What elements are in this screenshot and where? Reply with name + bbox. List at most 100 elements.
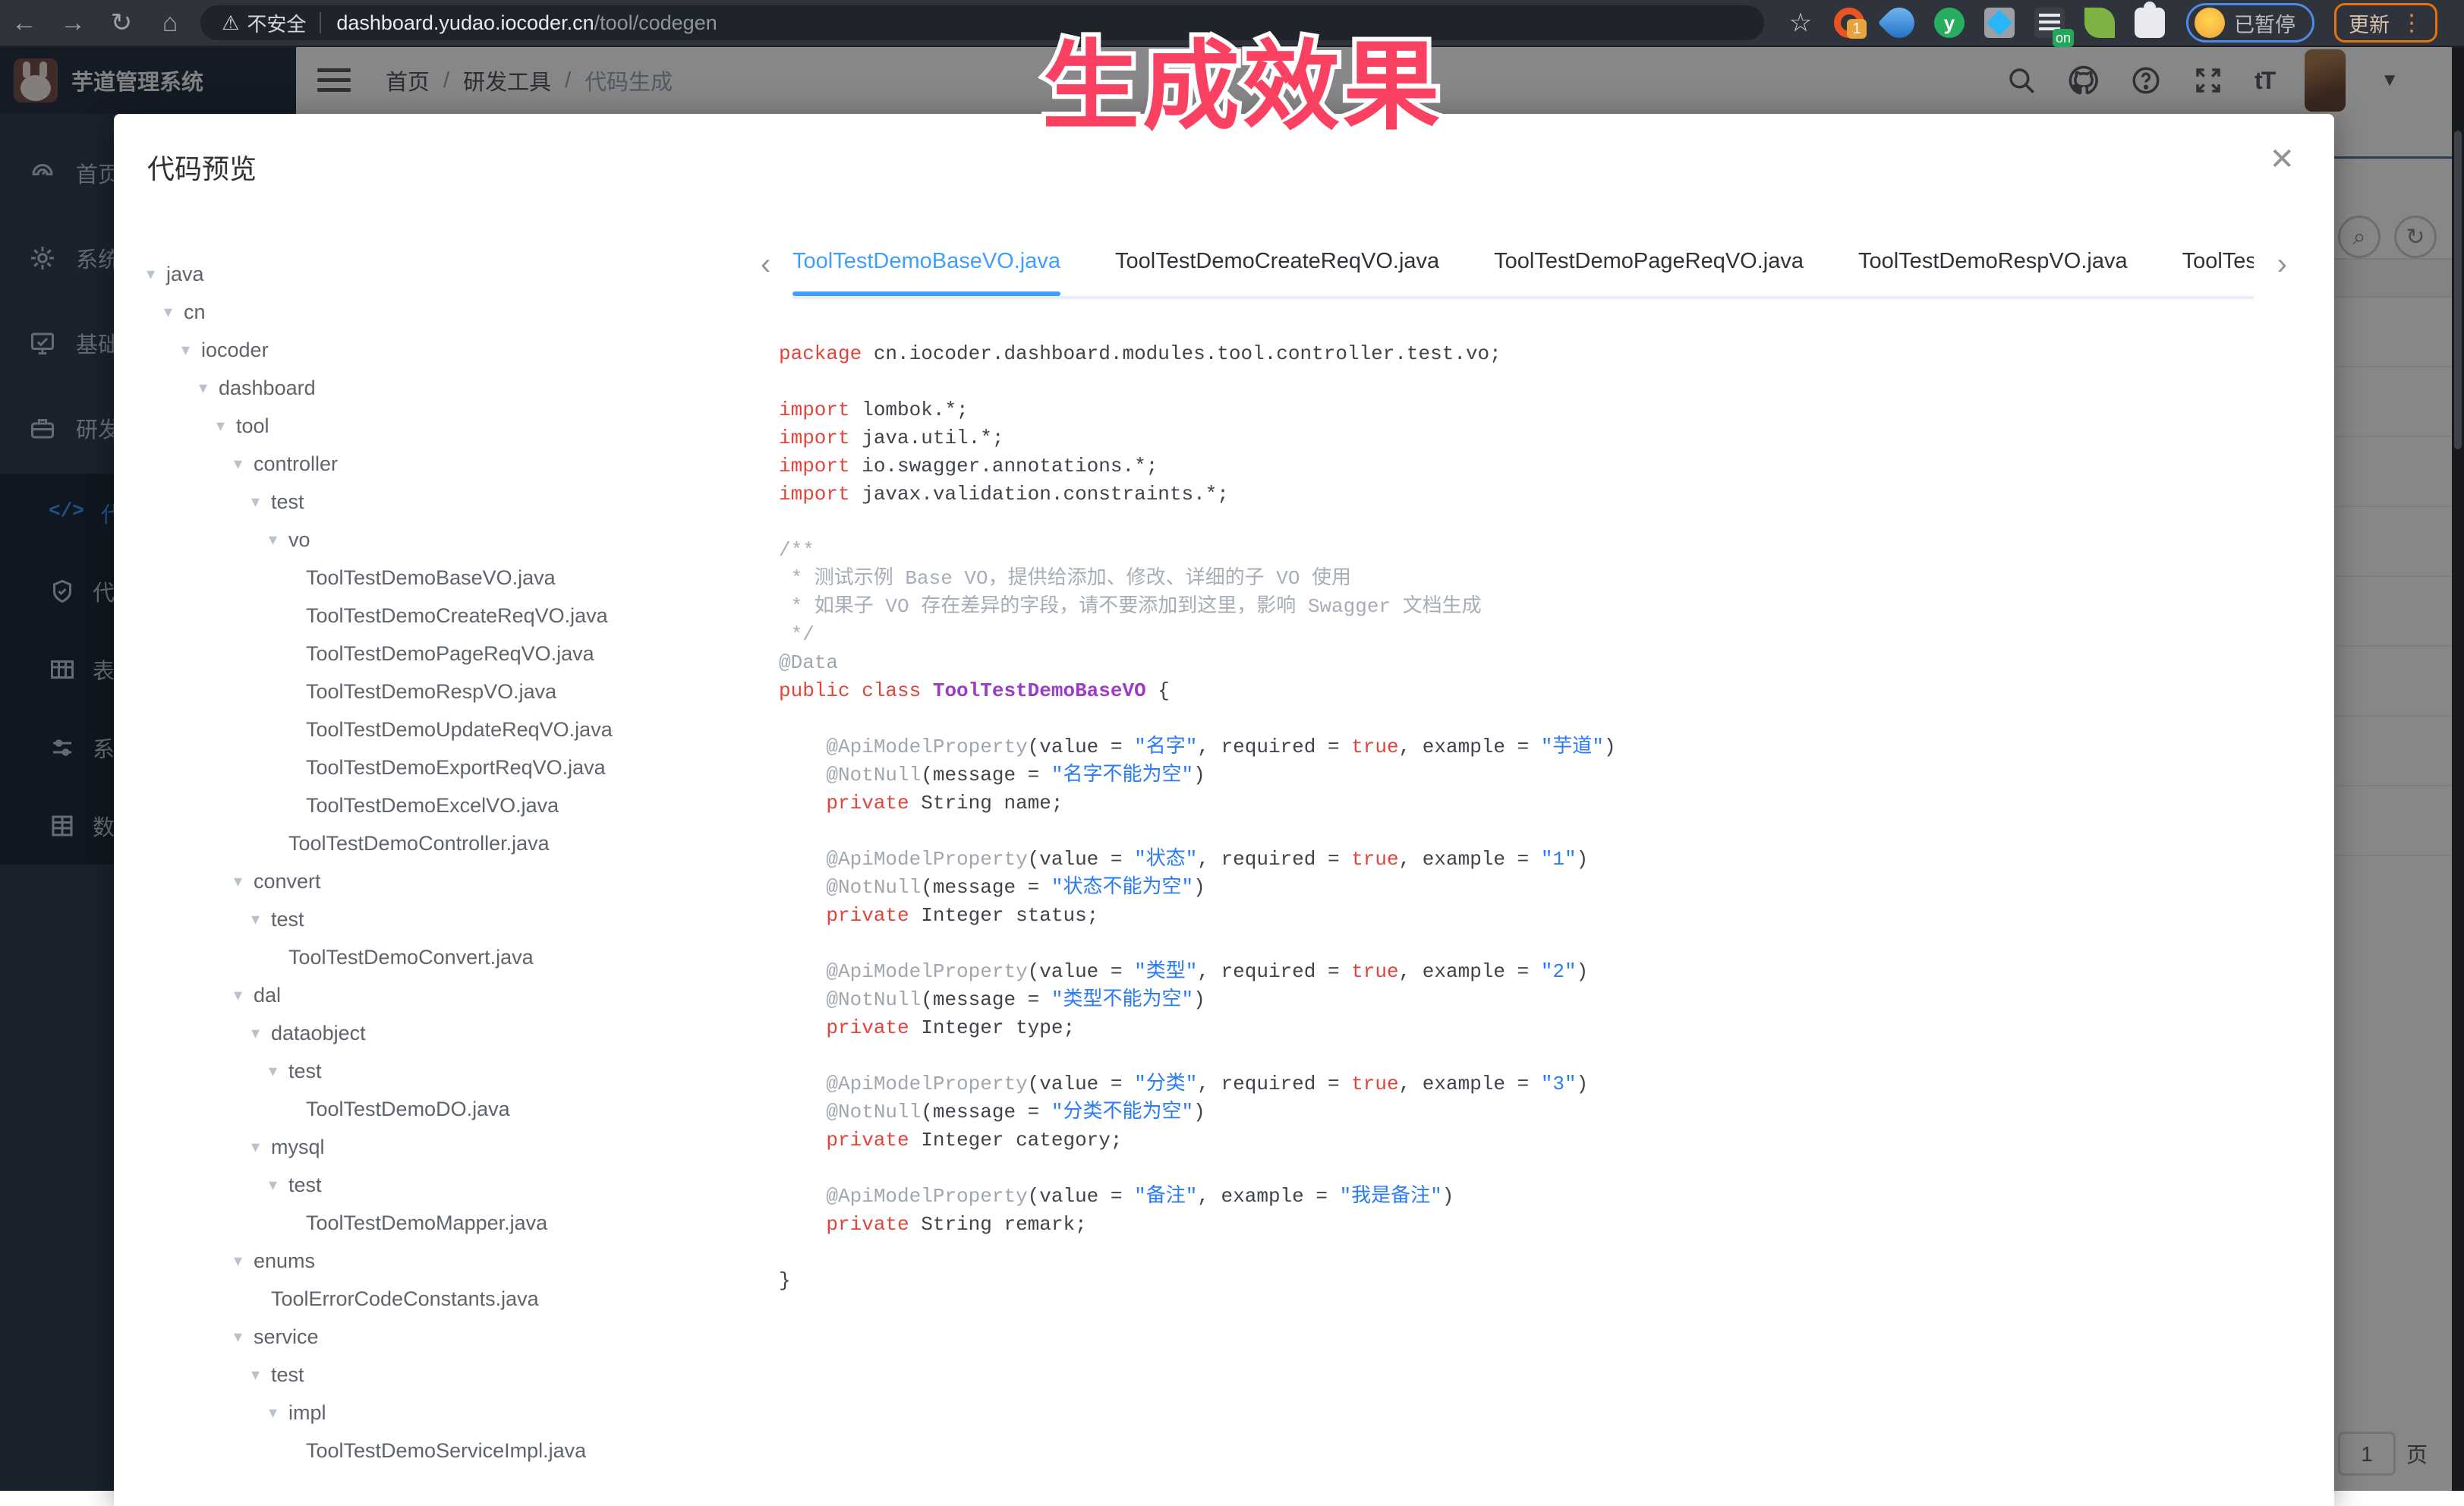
tree-node-file[interactable]: ToolTestDemoRespVO.java	[147, 673, 759, 710]
tree-node-dir[interactable]: ▾vo	[147, 521, 759, 559]
tree-node-dir[interactable]: ▾dashboard	[147, 369, 759, 407]
list-on-icon[interactable]: on	[2034, 8, 2065, 38]
tree-node-label: service	[254, 1325, 319, 1349]
gem-icon[interactable]	[1878, 2, 1921, 45]
caret-down-icon: ▾	[269, 1403, 288, 1423]
more-menu-icon[interactable]: ⋮	[2400, 10, 2423, 36]
url-path: /tool/codegen	[594, 11, 717, 35]
tree-node-dir[interactable]: ▾service	[147, 1318, 759, 1356]
tree-node-label: test	[288, 1060, 322, 1083]
back-icon[interactable]: ←	[0, 0, 49, 46]
caret-down-icon: ▾	[181, 340, 201, 360]
file-tab[interactable]: ToolTestDemoRespVO.java	[1858, 243, 2128, 296]
tree-node-dir[interactable]: ▾test	[147, 900, 759, 938]
close-icon[interactable]: ✕	[2269, 144, 2295, 175]
code-line: private String remark;	[779, 1211, 2299, 1239]
tree-node-dir[interactable]: ▾controller	[147, 445, 759, 483]
tree-node-file[interactable]: ToolErrorCodeConstants.java	[147, 1280, 759, 1318]
tree-node-dir[interactable]: ▾test	[147, 483, 759, 521]
tree-node-file[interactable]: ToolTestDemoUpdateReqVO.java	[147, 710, 759, 748]
tree-node-label: convert	[254, 870, 321, 893]
ubuntu-icon[interactable]: 1	[1834, 8, 1864, 38]
tree-node-dir[interactable]: ▾test	[147, 1356, 759, 1394]
code-line: */	[779, 621, 2299, 649]
tree-node-label: iocoder	[201, 339, 269, 362]
code-line: package cn.iocoder.dashboard.modules.too…	[779, 340, 2299, 368]
code-line	[779, 818, 2299, 846]
caret-down-icon: ▾	[234, 454, 254, 474]
tree-node-dir[interactable]: ▾cn	[147, 293, 759, 331]
code-panel: ‹ ToolTestDemoBaseVO.java ToolTestDemoCre…	[759, 197, 2334, 1506]
tree-node-label: enums	[254, 1249, 315, 1273]
green-y-icon[interactable]: y	[1934, 8, 1965, 38]
tree-node-file[interactable]: ToolTestDemoCreateReqVO.java	[147, 597, 759, 635]
tree-node-file[interactable]: ToolTestDemoConvert.java	[147, 938, 759, 976]
tree-node-file[interactable]: ToolTestDemoServiceImpl.java	[147, 1432, 759, 1470]
forward-icon[interactable]: →	[49, 0, 97, 46]
leaf-icon[interactable]	[2084, 8, 2115, 38]
tabs-scroll-right-icon[interactable]: ›	[2277, 247, 2287, 282]
bookmark-star-icon[interactable]: ☆	[1779, 8, 1822, 38]
file-tree: ▾java ▾cn ▾iocoder ▾dashboard ▾tool ▾con…	[114, 197, 759, 1506]
tree-node-file[interactable]: ToolTestDemoBaseVO.java	[147, 559, 759, 597]
tree-node-dir[interactable]: ▾convert	[147, 862, 759, 900]
tree-node-dir[interactable]: ▾impl	[147, 1394, 759, 1432]
tree-node-file[interactable]: ToolTestDemoExcelVO.java	[147, 786, 759, 824]
tree-node-dir[interactable]: ▾java	[147, 255, 759, 293]
diamond-grid-icon[interactable]	[1984, 8, 2015, 38]
tree-node-label: test	[288, 1174, 322, 1197]
tree-node-dir[interactable]: ▾test	[147, 1166, 759, 1204]
caret-down-icon: ▾	[269, 1061, 288, 1081]
caret-down-icon: ▾	[251, 492, 271, 512]
reload-icon[interactable]: ↻	[97, 0, 146, 46]
tree-node-label: ToolTestDemoConvert.java	[288, 946, 534, 969]
file-tab[interactable]: ToolTestDemoCreateReqVO.java	[1115, 243, 1439, 296]
address-bar[interactable]: ⚠ 不安全 dashboard.yudao.iocoder.cn /tool/c…	[200, 5, 1764, 40]
tree-node-dir[interactable]: ▾dal	[147, 976, 759, 1014]
tree-node-label: ToolTestDemoController.java	[288, 832, 550, 855]
browser-scrollbar[interactable]	[2452, 47, 2464, 1491]
tree-node-dir[interactable]: ▾enums	[147, 1242, 759, 1280]
code-line: @NotNull(message = "分类不能为空")	[779, 1098, 2299, 1126]
file-tabs: ToolTestDemoBaseVO.java ToolTestDemoCreat…	[792, 243, 2254, 299]
profile-paused-chip[interactable]: 已暂停	[2186, 3, 2314, 43]
caret-down-icon: ▾	[251, 1137, 271, 1157]
tree-node-label: vo	[288, 528, 310, 552]
tree-node-dir[interactable]: ▾dataobject	[147, 1014, 759, 1052]
caret-down-icon: ▾	[269, 1175, 288, 1195]
code-line: @ApiModelProperty(value = "名字", required…	[779, 733, 2299, 761]
profile-emoji-icon	[2195, 8, 2225, 38]
code-line: import javax.validation.constraints.*;	[779, 480, 2299, 509]
home-icon[interactable]: ⌂	[146, 0, 194, 46]
file-tab[interactable]: ToolTestDemoBaseVO.java	[792, 243, 1060, 296]
tree-node-file[interactable]: ToolTestDemoController.java	[147, 824, 759, 862]
caret-down-icon: ▾	[251, 1023, 271, 1043]
tree-node-file[interactable]: ToolTestDemoPageReqVO.java	[147, 635, 759, 673]
file-tab[interactable]: ToolTestDemoPageReqVO.java	[1494, 243, 1804, 296]
tree-node-file[interactable]: ToolTestDemoDO.java	[147, 1090, 759, 1128]
tree-node-file[interactable]: ToolTestDemoExportReqVO.java	[147, 748, 759, 786]
code-line: @NotNull(message = "状态不能为空")	[779, 874, 2299, 902]
address-separator	[320, 12, 321, 33]
file-tab[interactable]: ToolTestDemoUpdateReqVO.java	[2182, 243, 2254, 296]
code-preview-modal: 代码预览 ✕ ▾java ▾cn ▾iocoder ▾dashboard ▾to…	[114, 114, 2334, 1506]
tree-node-dir[interactable]: ▾test	[147, 1052, 759, 1090]
tree-node-label: test	[271, 1363, 304, 1387]
puzzle-extensions-icon[interactable]	[2135, 8, 2165, 38]
tree-node-label: ToolTestDemoServiceImpl.java	[306, 1439, 586, 1463]
tabs-scroll-left-icon[interactable]: ‹	[761, 247, 770, 282]
security-warning-icon: ⚠	[222, 11, 239, 35]
caret-down-icon: ▾	[234, 871, 254, 891]
security-label: 不安全	[247, 9, 306, 37]
tree-node-dir[interactable]: ▾iocoder	[147, 331, 759, 369]
tree-node-label: ToolErrorCodeConstants.java	[271, 1287, 539, 1311]
tree-node-file[interactable]: ToolTestDemoMapper.java	[147, 1204, 759, 1242]
browser-update-button[interactable]: 更新 ⋮	[2334, 3, 2437, 43]
tree-node-label: ToolTestDemoPageReqVO.java	[306, 642, 594, 666]
tree-node-dir[interactable]: ▾tool	[147, 407, 759, 445]
code-line: import io.swagger.annotations.*;	[779, 452, 2299, 480]
code-line	[779, 1042, 2299, 1070]
scrollbar-thumb[interactable]	[2454, 131, 2462, 449]
tree-node-dir[interactable]: ▾mysql	[147, 1128, 759, 1166]
tree-node-label: dashboard	[219, 376, 316, 400]
